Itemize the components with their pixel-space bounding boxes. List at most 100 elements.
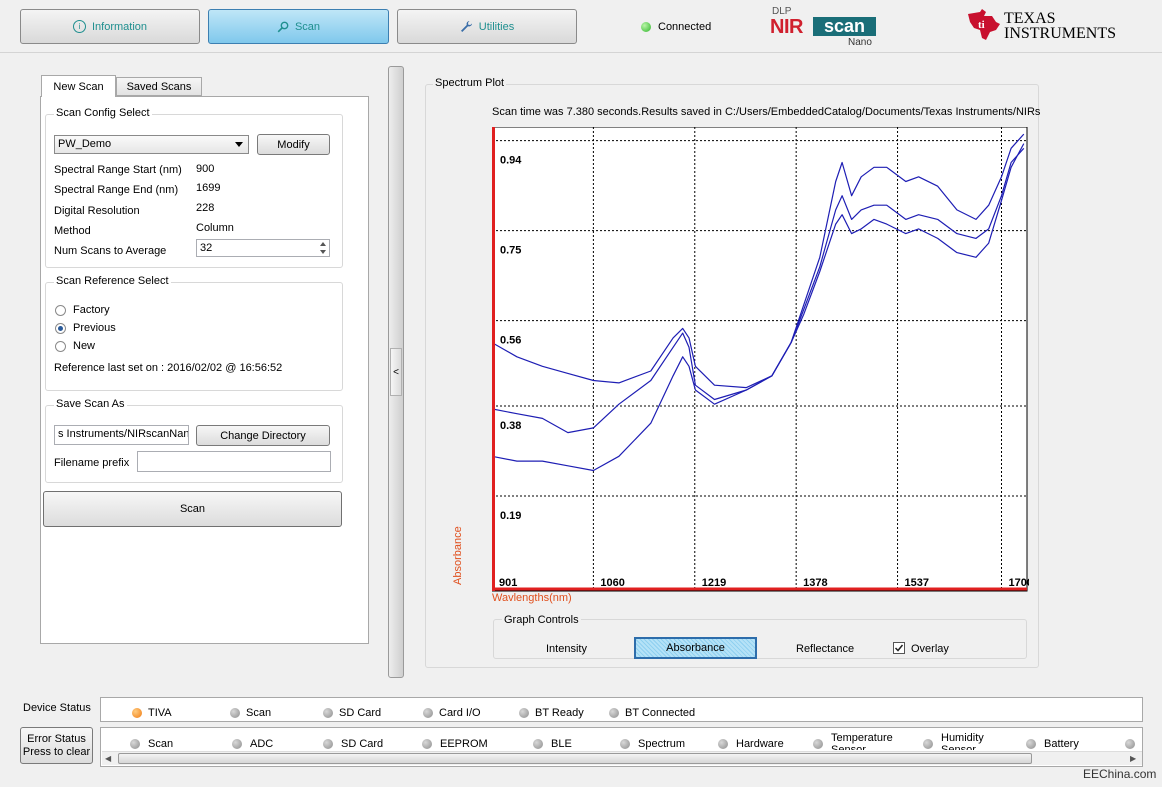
error-status-led-icon <box>533 739 543 749</box>
error-status-led-icon <box>718 739 728 749</box>
tab-saved-scans[interactable]: Saved Scans <box>116 77 202 96</box>
method-value: Column <box>196 222 234 234</box>
error-status-line2: Press to clear <box>22 745 91 758</box>
device-status-led-icon <box>423 708 433 718</box>
radio-new-label: New <box>73 340 96 352</box>
error-status-item-label: Humidity Sensor <box>941 732 984 750</box>
nirscan-logo: DLP NIR scan Nano <box>770 6 880 50</box>
y-tick-label: 0.19 <box>500 510 521 522</box>
num-scans-spinbox[interactable]: 32 <box>196 239 330 257</box>
overlay-label: Overlay <box>911 643 949 655</box>
x-tick-label: 1378 <box>803 577 827 589</box>
absorbance-button-label: Absorbance <box>666 642 725 654</box>
absorbance-button[interactable]: Absorbance <box>634 637 757 659</box>
radio-previous[interactable] <box>55 323 66 334</box>
nir-logo-text: NIR <box>770 16 803 38</box>
device-status-item-label: BT Ready <box>535 707 584 719</box>
tab-information-label: Information <box>91 20 148 33</box>
device-status-item-label: BT Connected <box>625 707 696 719</box>
scroll-left-icon[interactable]: ◀ <box>105 754 111 763</box>
header-divider <box>0 52 1162 53</box>
radio-factory-label: Factory <box>73 304 110 316</box>
save-directory-field[interactable]: s Instruments/NIRscanNano <box>54 425 189 445</box>
radio-previous-label: Previous <box>73 322 116 334</box>
change-directory-button[interactable]: Change Directory <box>196 425 330 446</box>
modify-button[interactable]: Modify <box>257 134 330 155</box>
error-status-item-label: ADC <box>250 738 274 750</box>
device-status-item-label: SD Card <box>339 707 382 719</box>
error-status-led-icon <box>813 739 823 749</box>
y-axis-label: Absorbance <box>452 526 464 585</box>
spin-up-icon[interactable] <box>320 242 326 246</box>
change-directory-label: Change Directory <box>220 429 306 442</box>
tab-new-scan[interactable]: New Scan <box>41 75 116 97</box>
ti-emblem-icon: ti <box>968 9 1000 40</box>
error-status-line1: Error Status <box>27 732 86 745</box>
error-status-led-icon <box>923 739 933 749</box>
collapse-arrow-icon: < <box>393 366 399 378</box>
error-status-led-icon <box>323 739 333 749</box>
range-end-value: 1699 <box>196 182 221 194</box>
error-status-led-icon <box>1026 739 1036 749</box>
radio-new[interactable] <box>55 341 66 352</box>
scan-reference-group: Scan Reference Select <box>45 275 343 391</box>
spectrum-plot-title: Spectrum Plot <box>433 77 507 89</box>
tab-scan[interactable]: Scan <box>208 9 389 44</box>
texas-instruments-logo: ti TEXAS INSTRUMENTS <box>966 8 1116 44</box>
scan-result-message: Scan time was 7.380 seconds.Results save… <box>492 106 1041 118</box>
tab-utilities[interactable]: Utilities <box>397 9 577 44</box>
scrollbar-thumb[interactable] <box>118 753 1032 764</box>
error-status-item-label: EEPROM <box>440 738 488 750</box>
checkmark-icon <box>894 644 904 652</box>
spin-down-icon[interactable] <box>320 250 326 254</box>
error-status-item-label: Hardware <box>736 738 784 750</box>
radio-factory[interactable] <box>55 305 66 316</box>
tab-utilities-label: Utilities <box>478 20 515 33</box>
device-status-item-label: TIVA <box>148 707 172 719</box>
x-tick-label: 1700 <box>1008 577 1029 589</box>
digital-resolution-label: Digital Resolution <box>54 205 140 217</box>
graph-controls-title: Graph Controls <box>502 614 581 626</box>
num-scans-value: 32 <box>200 242 213 254</box>
error-status-led-icon <box>232 739 242 749</box>
device-status-led-icon <box>609 708 619 718</box>
error-status-item-label: Battery <box>1044 738 1079 750</box>
tab-new-scan-label: New Scan <box>53 80 104 93</box>
error-status-item-label: Temperature Sensor <box>831 732 893 750</box>
device-status-led-icon <box>132 708 142 718</box>
collapse-panel-button[interactable]: < <box>390 348 402 396</box>
error-status-led-icon <box>1125 739 1135 749</box>
y-tick-label: 0.38 <box>500 420 521 432</box>
reflectance-button[interactable]: Reflectance <box>796 643 854 655</box>
x-tick-label: 1219 <box>702 577 726 589</box>
filename-prefix-field[interactable] <box>137 451 331 472</box>
error-status-item-label: Scan <box>148 738 174 750</box>
spectrum-chart: 0.94 0.75 0.56 0.38 0.19 901 1060 1219 1378 1537… <box>492 127 1029 592</box>
tab-scan-label: Scan <box>294 20 321 33</box>
svg-text:ti: ti <box>978 19 985 31</box>
info-icon: i <box>72 20 86 33</box>
scan-config-title: Scan Config Select <box>54 107 152 119</box>
reference-last-set: Reference last set on : 2016/02/02 @ 16:… <box>54 362 283 374</box>
overlay-checkbox[interactable] <box>893 642 905 654</box>
error-status-led-icon <box>422 739 432 749</box>
scan-button[interactable]: Scan <box>43 491 342 527</box>
intensity-button[interactable]: Intensity <box>546 643 587 655</box>
tab-saved-scans-label: Saved Scans <box>126 80 192 93</box>
scroll-right-icon[interactable]: ▶ <box>1130 754 1136 763</box>
device-status-item-label: Scan <box>246 707 272 719</box>
x-tick-label: 901 <box>499 577 517 589</box>
tab-information[interactable]: i Information <box>20 9 200 44</box>
scan-config-dropdown[interactable]: PW_Demo <box>54 135 249 154</box>
error-status-led-icon <box>620 739 630 749</box>
num-scans-label: Num Scans to Average <box>54 245 167 257</box>
scan-reference-title: Scan Reference Select <box>54 275 171 287</box>
nano-logo-text: Nano <box>848 37 872 48</box>
ti-logo-line2: INSTRUMENTS <box>1004 25 1117 42</box>
error-status-clear-button[interactable]: Error Status Press to clear <box>20 727 93 764</box>
horizontal-scrollbar[interactable]: ◀ ▶ <box>102 751 1142 765</box>
chevron-down-icon <box>235 142 243 147</box>
device-status-item-label: Card I/O <box>439 707 481 719</box>
y-tick-label: 0.56 <box>500 335 521 347</box>
range-end-label: Spectral Range End (nm) <box>54 184 179 196</box>
